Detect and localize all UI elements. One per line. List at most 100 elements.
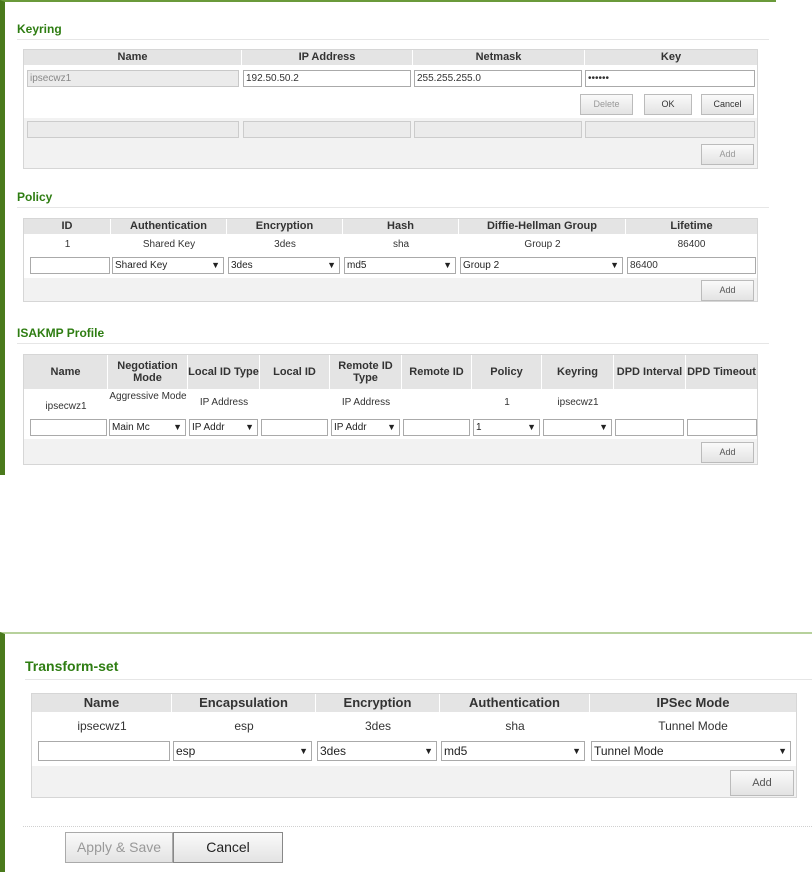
isakmp-header-policy: Policy xyxy=(472,355,542,389)
isakmp-dpd-interval-field[interactable] xyxy=(615,419,684,436)
policy-header-encryption: Encryption xyxy=(227,219,343,234)
policy-header-id: ID xyxy=(24,219,111,234)
transform-add-button[interactable]: Add xyxy=(730,770,794,796)
policy-cell-authentication: Shared Key xyxy=(142,239,196,250)
keyring-key-field[interactable]: •••••• xyxy=(585,70,755,87)
transform-cell-encapsulation: esp xyxy=(234,719,254,733)
keyring-new-netmask-field[interactable] xyxy=(414,121,582,138)
policy-authentication-select[interactable]: Shared Key ▼ xyxy=(112,257,224,274)
policy-cell-hash: sha xyxy=(392,239,410,250)
isakmp-negotiation-mode-value: Main Mc xyxy=(112,422,150,433)
transform-header-encapsulation: Encapsulation xyxy=(172,694,316,712)
isakmp-cell-remote-id-type: IP Address xyxy=(341,397,391,408)
dropdown-arrow-icon: ▼ xyxy=(211,260,220,270)
keyring-cancel-button[interactable]: Cancel xyxy=(701,94,754,115)
cancel-button[interactable]: Cancel xyxy=(173,832,283,863)
transform-ipsec-mode-select[interactable]: Tunnel Mode ▼ xyxy=(591,741,791,761)
isakmp-policy-value: 1 xyxy=(476,422,482,433)
isakmp-remote-id-field[interactable] xyxy=(403,419,470,436)
isakmp-header-keyring: Keyring xyxy=(542,355,614,389)
isakmp-header-dpd-timeout: DPD Timeout xyxy=(686,355,757,389)
policy-cell-lifetime: 86400 xyxy=(677,239,706,250)
dropdown-arrow-icon: ▼ xyxy=(424,746,433,756)
dropdown-arrow-icon: ▼ xyxy=(387,422,396,432)
dropdown-arrow-icon: ▼ xyxy=(443,260,452,270)
isakmp-local-id-type-select[interactable]: IP Addr ▼ xyxy=(189,419,258,436)
dropdown-arrow-icon: ▼ xyxy=(778,746,787,756)
isakmp-remote-id-type-select[interactable]: IP Addr ▼ xyxy=(331,419,400,436)
isakmp-remote-id-type-value: IP Addr xyxy=(334,422,367,433)
isakmp-header-local-id-type: Local ID Type xyxy=(188,355,260,389)
keyring-title: Keyring xyxy=(17,22,62,36)
policy-lifetime-field[interactable]: 86400 xyxy=(627,257,756,274)
keyring-ok-button[interactable]: OK xyxy=(644,94,692,115)
isakmp-name-field[interactable] xyxy=(30,419,107,436)
transform-set-panel: Transform-set Name Encapsulation Encrypt… xyxy=(0,632,812,872)
policy-dh-group-select[interactable]: Group 2 ▼ xyxy=(460,257,623,274)
policy-header-authentication: Authentication xyxy=(111,219,227,234)
isakmp-negotiation-mode-select[interactable]: Main Mc ▼ xyxy=(109,419,186,436)
transform-encapsulation-select[interactable]: esp ▼ xyxy=(173,741,312,761)
policy-dh-group-value: Group 2 xyxy=(463,260,500,271)
keyring-delete-button[interactable]: Delete xyxy=(580,94,633,115)
transform-header-ipsec-mode: IPSec Mode xyxy=(590,694,796,712)
keyring-header-name: Name xyxy=(24,50,242,65)
isakmp-policy-select[interactable]: 1 ▼ xyxy=(473,419,540,436)
dropdown-arrow-icon: ▼ xyxy=(173,422,182,432)
isakmp-table: Name Negotiation Mode Local ID Type Loca… xyxy=(23,354,758,465)
transform-name-field[interactable] xyxy=(38,741,170,761)
transform-cell-name: ipsecwz1 xyxy=(77,719,127,733)
isakmp-header-negotiation-mode: Negotiation Mode xyxy=(108,355,188,389)
isakmp-cell-keyring: ipsecwz1 xyxy=(557,397,599,408)
transform-cell-authentication: sha xyxy=(505,719,525,733)
transform-authentication-select[interactable]: md5 ▼ xyxy=(441,741,585,761)
transform-header-authentication: Authentication xyxy=(440,694,590,712)
isakmp-cell-name: ipsecwz1 xyxy=(45,401,87,412)
keyring-ip-field[interactable]: 192.50.50.2 xyxy=(243,70,411,87)
isakmp-header-name: Name xyxy=(24,355,108,389)
apply-save-button[interactable]: Apply & Save xyxy=(65,832,173,863)
isakmp-add-button[interactable]: Add xyxy=(701,442,754,463)
policy-header-lifetime: Lifetime xyxy=(626,219,757,234)
policy-table: ID Authentication Encryption Hash Diffie… xyxy=(23,218,758,302)
policy-cell-encryption: 3des xyxy=(274,239,296,250)
dropdown-arrow-icon: ▼ xyxy=(327,260,336,270)
keyring-new-ip-field[interactable] xyxy=(243,121,411,138)
keyring-add-button[interactable]: Add xyxy=(701,144,754,165)
policy-header-dh-group: Diffie-Hellman Group xyxy=(459,219,626,234)
dropdown-arrow-icon: ▼ xyxy=(299,746,308,756)
isakmp-dpd-timeout-field[interactable] xyxy=(687,419,757,436)
dropdown-arrow-icon: ▼ xyxy=(599,422,608,432)
isakmp-cell-policy: 1 xyxy=(504,397,510,408)
keyring-netmask-field[interactable]: 255.255.255.0 xyxy=(414,70,582,87)
policy-title: Policy xyxy=(17,190,53,204)
policy-hash-select[interactable]: md5 ▼ xyxy=(344,257,456,274)
policy-header-hash: Hash xyxy=(343,219,459,234)
transform-cell-ipsec-mode: Tunnel Mode xyxy=(658,719,728,733)
isakmp-header-remote-id: Remote ID xyxy=(402,355,472,389)
policy-encryption-value: 3des xyxy=(231,260,253,271)
transform-header-encryption: Encryption xyxy=(316,694,440,712)
policy-divider xyxy=(17,207,769,208)
transform-encryption-select[interactable]: 3des ▼ xyxy=(317,741,437,761)
keyring-header-key: Key xyxy=(585,50,757,65)
keyring-new-key-field[interactable] xyxy=(585,121,755,138)
transform-authentication-value: md5 xyxy=(444,744,468,758)
keyring-new-name-field[interactable] xyxy=(27,121,239,138)
isakmp-header-remote-id-type: Remote ID Type xyxy=(330,355,402,389)
ipsec-config-panel: Keyring Name IP Address Netmask Key ipse… xyxy=(0,0,776,475)
transform-divider xyxy=(25,679,812,680)
isakmp-keyring-select[interactable]: ▼ xyxy=(543,419,612,436)
isakmp-local-id-field[interactable] xyxy=(261,419,328,436)
keyring-header-ip: IP Address xyxy=(242,50,413,65)
isakmp-header-local-id: Local ID xyxy=(260,355,330,389)
dropdown-arrow-icon: ▼ xyxy=(527,422,536,432)
policy-add-button[interactable]: Add xyxy=(701,280,754,301)
policy-encryption-select[interactable]: 3des ▼ xyxy=(228,257,340,274)
policy-hash-value: md5 xyxy=(347,260,367,271)
transform-encapsulation-value: esp xyxy=(176,744,196,758)
policy-id-field[interactable] xyxy=(30,257,110,274)
transform-encryption-value: 3des xyxy=(320,744,347,758)
isakmp-cell-local-id-type: IP Address xyxy=(199,397,249,408)
isakmp-local-id-type-value: IP Addr xyxy=(192,422,225,433)
